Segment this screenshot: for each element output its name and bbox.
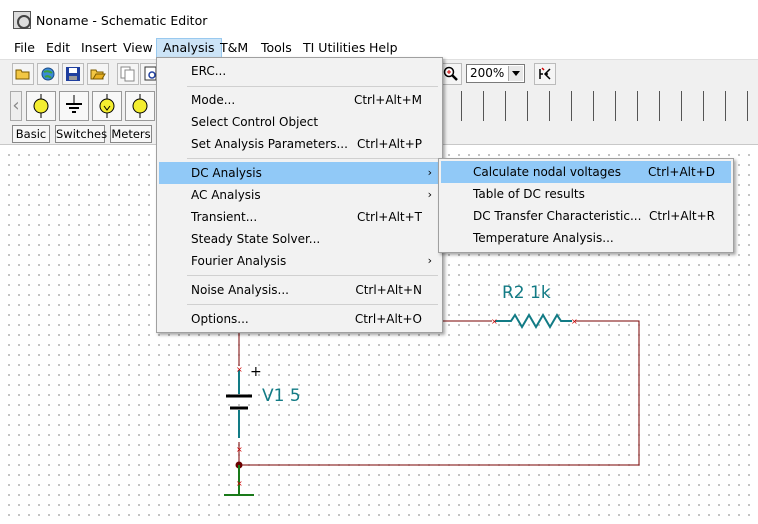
svg-text:×: ×: [571, 317, 578, 326]
component-slot[interactable]: [462, 91, 484, 121]
chevron-right-icon: ›: [427, 188, 432, 201]
svg-text:×: ×: [236, 479, 243, 488]
source-label[interactable]: V1 5: [262, 386, 301, 406]
magnifier-icon: [443, 66, 458, 81]
chevron-right-icon: ›: [427, 254, 432, 267]
voltage-source-v1[interactable]: × ×: [226, 365, 252, 454]
menu-separator: [187, 304, 438, 305]
menu-item-set-analysis-parameters[interactable]: Set Analysis Parameters... Ctrl+Alt+P: [159, 133, 440, 155]
menu-insert[interactable]: Insert: [75, 38, 123, 58]
menu-separator: [187, 86, 438, 87]
copy-icon: [120, 66, 135, 82]
component-slot[interactable]: [440, 91, 462, 121]
menu-separator: [187, 275, 438, 276]
app-icon[interactable]: [13, 11, 31, 29]
chevron-right-icon: ›: [427, 166, 432, 179]
window-title: Noname - Schematic Editor: [36, 13, 208, 28]
source-icon: [99, 94, 115, 118]
resistor-tool-button[interactable]: [534, 63, 556, 85]
component-slot[interactable]: [726, 91, 748, 121]
component-slot[interactable]: [572, 91, 594, 121]
menu-item-noise-analysis[interactable]: Noise Analysis... Ctrl+Alt+N: [159, 279, 440, 301]
dc-analysis-submenu: Calculate nodal voltages Ctrl+Alt+D Tabl…: [438, 158, 734, 253]
component-slot[interactable]: [484, 91, 506, 121]
menu-item-dc-analysis[interactable]: DC Analysis ›: [159, 162, 440, 184]
component-slot[interactable]: [616, 91, 638, 121]
menu-item-table-of-dc-results[interactable]: Table of DC results: [441, 183, 731, 205]
voltmeter-icon: [132, 94, 148, 118]
open-button[interactable]: [87, 63, 109, 85]
component-slot[interactable]: [638, 91, 660, 121]
tab-meters[interactable]: Meters: [110, 125, 152, 143]
menu-item-dc-transfer-characteristic[interactable]: DC Transfer Characteristic... Ctrl+Alt+R: [441, 205, 731, 227]
tab-basic[interactable]: Basic: [12, 125, 50, 143]
component-slot[interactable]: [550, 91, 572, 121]
plus-sign: +: [250, 364, 262, 380]
folder-icon: [15, 69, 30, 80]
web-button[interactable]: [37, 63, 59, 85]
menu-item-select-control-object[interactable]: Select Control Object: [159, 111, 440, 133]
ground-symbol[interactable]: ×: [224, 461, 254, 496]
menu-item-temperature-analysis[interactable]: Temperature Analysis...: [441, 227, 731, 249]
component-slot[interactable]: [528, 91, 550, 121]
menu-item-fourier-analysis[interactable]: Fourier Analysis ›: [159, 250, 440, 272]
resistor-tool-icon: [539, 67, 551, 80]
menu-bar: File Edit Insert View Analysis T&M Tools…: [0, 38, 758, 58]
component-slot[interactable]: [594, 91, 616, 121]
open-folder-icon: [90, 69, 106, 80]
menu-item-calculate-nodal-voltages[interactable]: Calculate nodal voltages Ctrl+Alt+D: [441, 161, 731, 183]
menu-ti-utilities[interactable]: TI Utilities: [297, 38, 371, 58]
menu-item-ac-analysis[interactable]: AC Analysis ›: [159, 184, 440, 206]
resistor-label[interactable]: R2 1k: [502, 283, 551, 303]
component-slot[interactable]: [660, 91, 682, 121]
component-ground[interactable]: [59, 91, 89, 121]
menu-item-options[interactable]: Options... Ctrl+Alt+O: [159, 308, 440, 330]
chevron-down-icon[interactable]: [508, 66, 523, 81]
tab-switches[interactable]: Switches: [55, 125, 107, 143]
zoom-button[interactable]: [440, 63, 462, 85]
copy-button[interactable]: [117, 63, 139, 85]
meter-icon: [33, 94, 49, 118]
component-slot[interactable]: [506, 91, 528, 121]
svg-text:×: ×: [236, 365, 243, 374]
svg-text:×: ×: [236, 445, 243, 454]
menu-item-transient[interactable]: Transient... Ctrl+Alt+T: [159, 206, 440, 228]
menu-view[interactable]: View: [117, 38, 159, 58]
menu-separator: [187, 158, 438, 159]
svg-text:×: ×: [491, 317, 498, 326]
menu-tools[interactable]: Tools: [255, 38, 298, 58]
menu-analysis[interactable]: Analysis: [156, 38, 222, 58]
globe-icon: [41, 67, 55, 81]
zoom-value: 200%: [470, 66, 505, 80]
component-voltmeter[interactable]: [125, 91, 155, 121]
menu-edit[interactable]: Edit: [40, 38, 76, 58]
title-bar: Noname - Schematic Editor: [0, 0, 758, 38]
resistor-r2[interactable]: × ×: [491, 313, 578, 329]
menu-tm[interactable]: T&M: [214, 38, 254, 58]
component-slot[interactable]: [682, 91, 704, 121]
menu-item-mode[interactable]: Mode... Ctrl+Alt+M: [159, 89, 440, 111]
component-source[interactable]: [92, 91, 122, 121]
menu-help[interactable]: Help: [363, 38, 404, 58]
menu-file[interactable]: File: [8, 38, 41, 58]
menu-item-steady-state-solver[interactable]: Steady State Solver...: [159, 228, 440, 250]
open-folder-button[interactable]: [12, 63, 34, 85]
analysis-menu: ERC... Mode... Ctrl+Alt+M Select Control…: [156, 57, 443, 333]
ground-icon: [66, 95, 82, 113]
scroll-left-button[interactable]: ‹: [10, 91, 22, 121]
component-slot[interactable]: [704, 91, 726, 121]
save-button[interactable]: [62, 63, 84, 85]
menu-item-erc[interactable]: ERC...: [159, 60, 440, 82]
component-meter[interactable]: [26, 91, 56, 121]
floppy-icon: [66, 67, 80, 81]
zoom-select[interactable]: 200%: [466, 64, 525, 83]
